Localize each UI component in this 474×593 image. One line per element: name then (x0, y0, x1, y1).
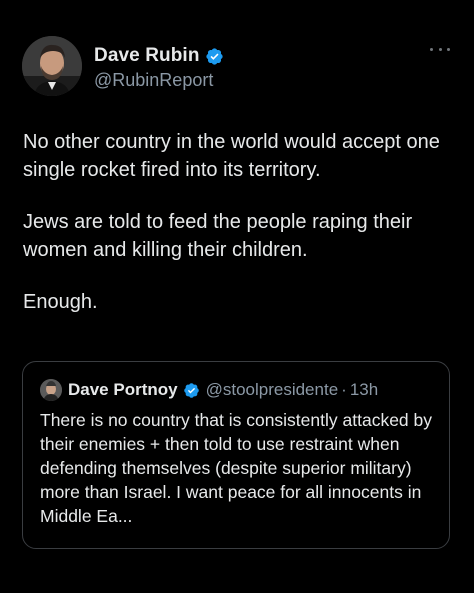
quoted-author-avatar[interactable] (40, 379, 62, 401)
verified-badge-icon (183, 382, 200, 399)
tweet-paragraph: Enough. (23, 291, 98, 313)
quoted-author-display-name[interactable]: Dave Portnoy (68, 380, 178, 400)
author-handle[interactable]: @RubinReport (94, 70, 224, 91)
more-options-icon[interactable] (430, 42, 450, 56)
display-name-row: Dave Rubin (94, 44, 224, 68)
tweet-paragraph: No other country in the world would acce… (23, 131, 440, 181)
quoted-tweet-header: Dave Portnoy @stoolpresidente · 13h (40, 379, 378, 401)
tweet-paragraph: Jews are told to feed the people raping … (23, 211, 413, 261)
author-info: Dave Rubin @RubinReport (94, 44, 224, 91)
tweet-header: Dave Rubin @RubinReport (22, 36, 452, 98)
quoted-tweet-timestamp[interactable]: 13h (350, 380, 378, 400)
quoted-tweet[interactable]: Dave Portnoy @stoolpresidente · 13h Ther… (22, 361, 450, 549)
tweet-card[interactable]: Dave Rubin @RubinReport No other country… (0, 0, 474, 593)
tweet-text: No other country in the world would acce… (23, 128, 453, 340)
verified-badge-icon (205, 47, 224, 66)
more-dot (438, 47, 442, 51)
more-dot (430, 47, 433, 51)
quoted-author-handle[interactable]: @stoolpresidente (206, 380, 339, 400)
author-avatar[interactable] (22, 36, 82, 96)
more-dot (447, 47, 450, 51)
author-display-name[interactable]: Dave Rubin (94, 45, 200, 67)
separator-dot: · (341, 380, 347, 399)
quoted-tweet-text: There is no country that is consistently… (40, 410, 432, 526)
